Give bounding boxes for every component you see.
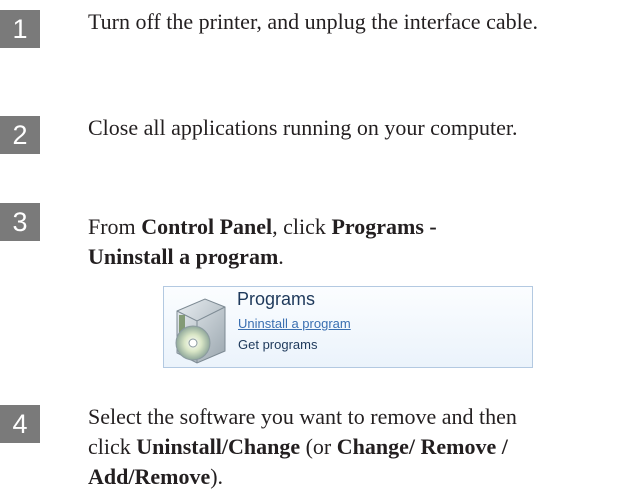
step-4-text: Select the software you want to remove a… xyxy=(88,404,517,489)
uninstall-change-term: Uninstall/Change xyxy=(136,434,301,459)
step-1-number: 1 xyxy=(0,10,40,48)
programs-icon xyxy=(171,295,229,365)
uninstall-a-program-link[interactable]: Uninstall a program xyxy=(238,316,351,331)
programs-term: Programs - xyxy=(331,214,437,239)
control-panel-term: Control Panel xyxy=(141,214,273,239)
step-4-number: 4 xyxy=(0,405,40,443)
get-programs-link[interactable]: Get programs xyxy=(238,337,317,352)
programs-title: Programs xyxy=(237,289,316,309)
control-panel-programs-panel: Programs Uninstall a program Get program… xyxy=(163,286,533,368)
step-2-text: Close all applications running on your c… xyxy=(88,115,518,140)
step-3-number: 3 xyxy=(0,203,40,241)
step-1-text: Turn off the printer, and unplug the int… xyxy=(88,9,538,34)
step-3-text: From Control Panel, click Programs - Unin… xyxy=(88,214,437,269)
step-2-number: 2 xyxy=(0,116,40,154)
uninstall-a-program-term: Uninstall a program xyxy=(88,244,279,269)
